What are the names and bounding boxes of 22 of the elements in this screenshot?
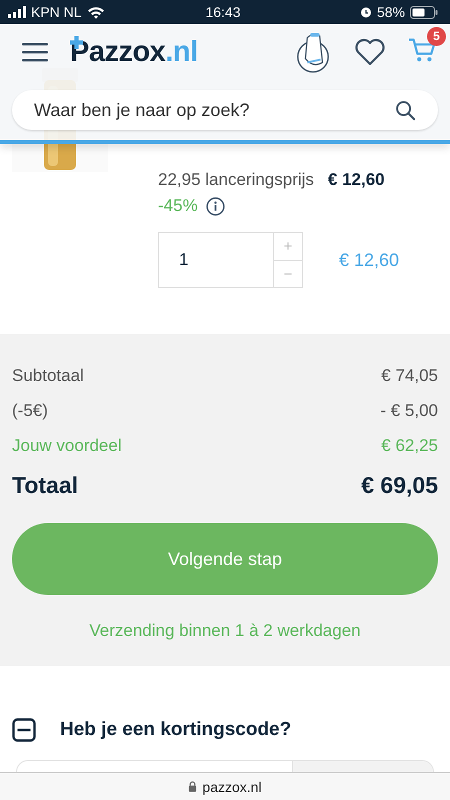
url-text[interactable]: pazzox.nl xyxy=(202,778,262,794)
discount-percent: -45% xyxy=(158,196,198,216)
carrier-name: KPN NL xyxy=(31,4,82,20)
coupon-heading[interactable]: Heb je een kortingscode? xyxy=(60,719,292,741)
summary-value: € 74,05 xyxy=(381,366,438,386)
cart-count-badge: 5 xyxy=(427,26,446,46)
summary-label: (-5€) xyxy=(12,400,48,420)
clock-time: 16:43 xyxy=(205,4,241,20)
original-price: 22,95 lanceringsprijs xyxy=(158,170,314,190)
summary-value: € 69,05 xyxy=(361,472,438,498)
summary-label: Subtotaal xyxy=(12,366,84,386)
search-field[interactable]: Waar ben je naar op zoek? xyxy=(32,98,395,122)
quantity-stepper[interactable]: 1 + − xyxy=(158,232,303,288)
line-total: € 12,60 xyxy=(339,250,400,270)
summary-label: Jouw voordeel xyxy=(12,436,122,456)
summary-value: - € 5,00 xyxy=(380,400,438,420)
battery-percent: 58% xyxy=(376,4,405,20)
summary-label: Totaal xyxy=(12,472,78,498)
search-bar[interactable]: Waar ben je naar op zoek? xyxy=(12,90,438,130)
product-price: € 12,60 xyxy=(328,170,385,190)
summary-value: € 62,25 xyxy=(381,436,438,456)
shipping-note: Verzending binnen 1 à 2 werkdagen xyxy=(88,621,362,641)
